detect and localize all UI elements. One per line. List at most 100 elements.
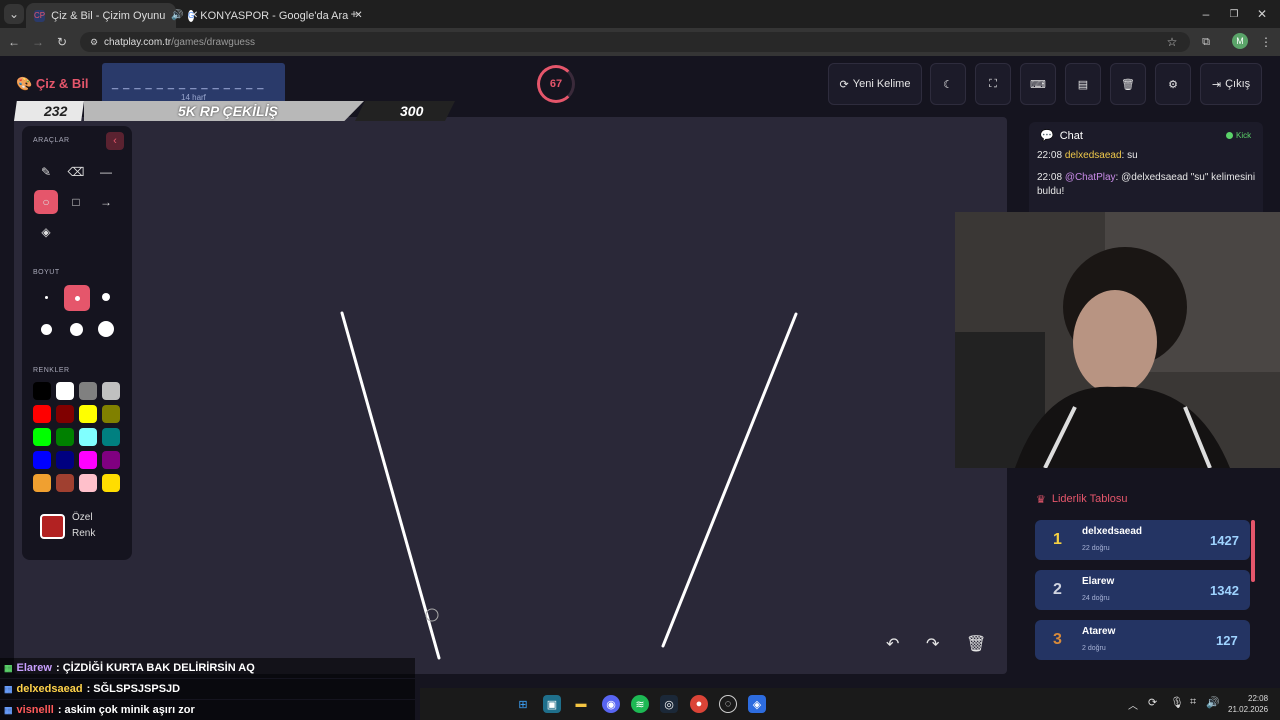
sync-icon[interactable]: ⟳ xyxy=(1148,696,1157,709)
clear-button[interactable]: 🗑 xyxy=(1110,63,1146,105)
color-swatch[interactable] xyxy=(33,474,51,492)
size-6-button[interactable] xyxy=(94,317,118,341)
eraser-icon: ⌫ xyxy=(67,165,85,179)
brush-tool[interactable]: ✎ xyxy=(34,160,58,184)
color-swatch[interactable] xyxy=(102,382,120,400)
keyboard-button[interactable]: ⌨ xyxy=(1020,63,1056,105)
color-swatch[interactable] xyxy=(102,474,120,492)
eraser-tool[interactable]: ⌫ xyxy=(64,160,88,184)
archive-button[interactable]: ▤ xyxy=(1065,63,1101,105)
color-swatch[interactable] xyxy=(56,428,74,446)
color-swatch[interactable] xyxy=(79,428,97,446)
stream-chat-text: : SĞLSPSJSPSJD xyxy=(86,683,181,695)
line-tool[interactable]: — xyxy=(94,160,118,184)
settings-button[interactable]: ⚙ xyxy=(1155,63,1191,105)
minimize-icon[interactable]: – xyxy=(1196,4,1216,24)
close-window-icon[interactable]: ✕ xyxy=(1252,4,1272,24)
size-2-button[interactable] xyxy=(64,285,90,311)
new-tab-icon[interactable]: + xyxy=(344,4,364,24)
palette-icon: 🎨 xyxy=(16,76,33,91)
tab-ciz-bil[interactable]: CP Çiz & Bil - Çizim Oyunu 🔊 ✕ xyxy=(26,3,198,28)
color-swatch[interactable] xyxy=(56,382,74,400)
player-name: Atarew xyxy=(1082,626,1116,637)
canvas-strokes xyxy=(340,311,798,660)
reload-icon[interactable]: ↻ xyxy=(52,32,72,52)
steam-icon[interactable]: ◎ xyxy=(660,695,678,713)
discord-icon[interactable]: ◉ xyxy=(602,695,620,713)
rank-number: 3 xyxy=(1053,631,1062,648)
color-swatch[interactable] xyxy=(102,428,120,446)
circle-tool[interactable]: ○ xyxy=(34,190,58,214)
size-1-button[interactable] xyxy=(34,285,58,309)
banner-left-count: 232 xyxy=(44,103,68,119)
redo-icon: ↷ xyxy=(926,636,940,653)
custom-color-label: Özel Renk xyxy=(72,510,95,542)
banner-right-count: 300 xyxy=(400,103,424,119)
restore-icon[interactable]: ❐ xyxy=(1224,4,1244,24)
app-icon[interactable]: ▣ xyxy=(543,695,561,713)
color-swatch[interactable] xyxy=(56,451,74,469)
tab-search-icon[interactable]: ⌄ xyxy=(4,4,24,24)
size-dot xyxy=(98,321,114,337)
address-bar[interactable]: chatplay.com.tr/games/drawguess xyxy=(80,32,1190,52)
size-3-button[interactable] xyxy=(94,285,118,309)
color-swatch[interactable] xyxy=(33,382,51,400)
redo-button[interactable]: ↷ xyxy=(926,634,939,654)
network-icon[interactable]: ⌗ xyxy=(1190,696,1196,709)
forward-icon[interactable]: → xyxy=(28,32,48,52)
arrow-right-icon: → xyxy=(100,195,112,209)
rectangle-tool[interactable]: □ xyxy=(64,190,88,214)
stream-chat-text: : askim çok minik aşırı zor xyxy=(57,704,195,716)
moon-icon: ☾ xyxy=(943,78,953,91)
tab-konyaspor[interactable]: G KONYASPOR - Google'da Ara ✕ xyxy=(180,3,363,28)
system-clock[interactable]: 22:08 21.02.2026 xyxy=(1228,693,1268,715)
size-5-button[interactable] xyxy=(64,317,88,341)
chat-message: 22:08 @ChatPlay: @delxedsaead "su" kelim… xyxy=(1037,171,1257,199)
theme-toggle-button[interactable]: ☾ xyxy=(930,63,966,105)
custom-color-label-line1: Özel xyxy=(72,512,93,523)
color-swatch[interactable] xyxy=(102,405,120,423)
size-dot xyxy=(102,293,110,301)
exit-button[interactable]: ⇥ Çıkış xyxy=(1200,63,1262,105)
color-swatch[interactable] xyxy=(79,382,97,400)
fill-tool[interactable]: ◈ xyxy=(34,220,58,244)
arrow-tool[interactable]: → xyxy=(94,190,118,214)
profile-avatar[interactable]: M xyxy=(1232,33,1248,49)
color-swatch[interactable] xyxy=(33,451,51,469)
extensions-icon[interactable]: ⧉ xyxy=(1196,32,1216,52)
color-swatch[interactable] xyxy=(33,428,51,446)
menu-kebab-icon[interactable]: ⋮ xyxy=(1256,32,1276,52)
tray-chevron-icon[interactable]: ︿ xyxy=(1128,697,1138,712)
app-logo[interactable]: 🎨 Çiz & Bil xyxy=(16,76,89,92)
app-icon[interactable]: ◈ xyxy=(748,695,766,713)
color-swatch[interactable] xyxy=(79,474,97,492)
spotify-icon[interactable]: ≋ xyxy=(631,695,649,713)
color-swatch[interactable] xyxy=(102,451,120,469)
color-swatch[interactable] xyxy=(56,405,74,423)
microphone-icon[interactable]: 🎙 xyxy=(1170,696,1184,709)
new-word-button[interactable]: ⟳ Yeni Kelime xyxy=(828,63,922,105)
bookmark-star-icon[interactable]: ☆ xyxy=(1162,32,1182,52)
color-swatch[interactable] xyxy=(33,405,51,423)
windows-start-icon[interactable]: ⊞ xyxy=(514,695,532,713)
collapse-panel-button[interactable]: ‹ xyxy=(106,132,124,150)
clear-canvas-button[interactable]: 🗑 xyxy=(966,634,986,654)
color-swatch[interactable] xyxy=(79,451,97,469)
chat-text: : su xyxy=(1121,150,1138,161)
size-4-button[interactable] xyxy=(34,317,58,341)
site-info-icon[interactable]: ⚙ xyxy=(84,32,104,52)
stream-chat-text: : ÇİZDİĞİ KURTA BAK DELİRİRSİN AQ xyxy=(55,662,255,674)
chrome-icon[interactable]: ● xyxy=(690,695,708,713)
undo-button[interactable]: ↶ xyxy=(886,634,899,654)
color-swatch[interactable] xyxy=(79,405,97,423)
obs-icon[interactable]: ◌ xyxy=(719,695,737,713)
color-swatch[interactable] xyxy=(56,474,74,492)
color-swatches xyxy=(33,382,123,492)
logout-icon: ⇥ xyxy=(1211,78,1222,91)
leaderboard-scrollbar[interactable] xyxy=(1251,520,1255,582)
custom-color-swatch[interactable] xyxy=(40,514,65,539)
back-icon[interactable]: ← xyxy=(4,32,24,52)
folder-icon[interactable]: ▬ xyxy=(572,695,590,713)
fullscreen-button[interactable]: ⛶ xyxy=(975,63,1011,105)
volume-icon[interactable]: 🔊 xyxy=(1206,696,1220,709)
